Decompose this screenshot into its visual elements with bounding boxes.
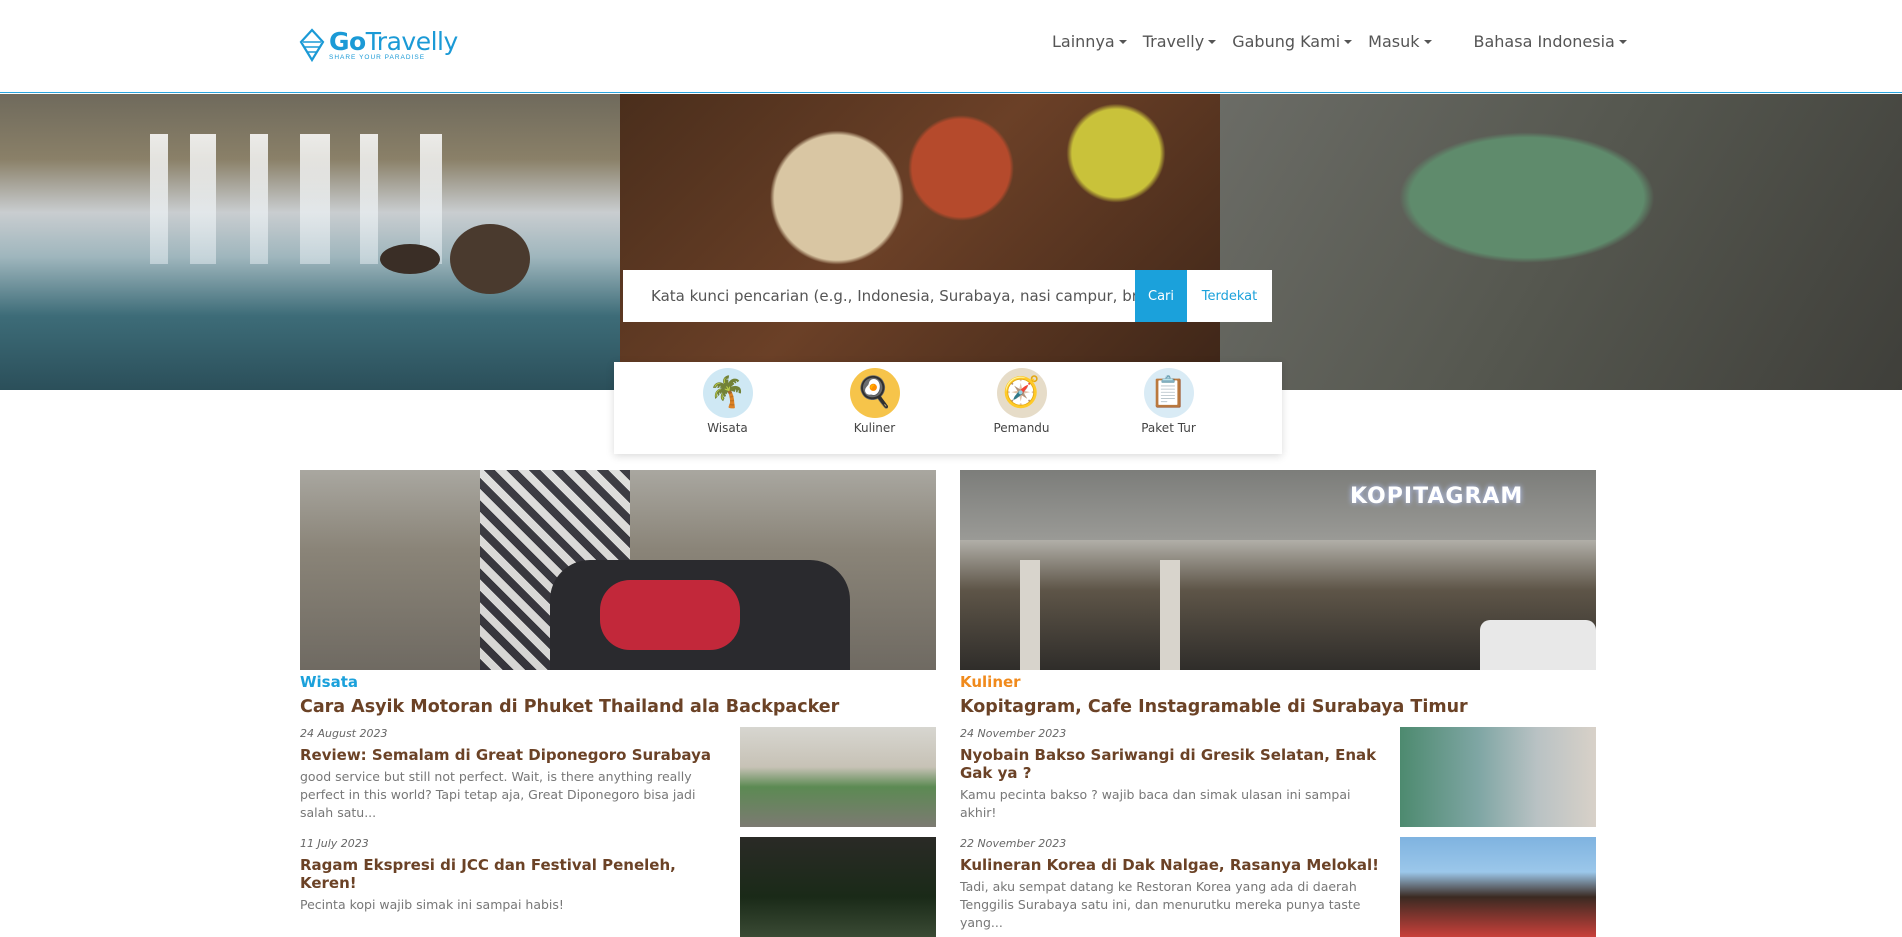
caret-down-icon <box>1344 39 1353 44</box>
compass-icon: 🧭 <box>996 368 1047 418</box>
nav-item-gabung-kami[interactable]: Gabung Kami <box>1232 32 1353 51</box>
search-button[interactable]: Cari <box>1135 270 1187 322</box>
article-title[interactable]: Nyobain Bakso Sariwangi di Gresik Selata… <box>960 746 1380 782</box>
article-thumbnail[interactable] <box>740 837 936 937</box>
category-pemandu[interactable]: 🧭 Pemandu <box>967 362 1077 454</box>
cafe-sign: KOPITAGRAM <box>1350 484 1524 509</box>
nav-item-label: Lainnya <box>1052 32 1115 51</box>
caret-down-icon <box>1423 39 1432 44</box>
caret-down-icon <box>1618 39 1627 44</box>
nav-item-lainnya[interactable]: Lainnya <box>1052 32 1127 51</box>
list-item: 11 July 2023 Ragam Ekspresi di JCC dan F… <box>300 837 936 937</box>
article-date: 24 November 2023 <box>960 727 1067 740</box>
caret-down-icon <box>1208 39 1217 44</box>
food-plate-icon: 🍳 <box>849 368 900 418</box>
article-title[interactable]: Review: Semalam di Great Diponegoro Sura… <box>300 746 720 764</box>
language-selector[interactable]: Bahasa Indonesia <box>1474 32 1627 51</box>
category-wisata[interactable]: 🌴 Wisata <box>673 362 783 454</box>
language-label: Bahasa Indonesia <box>1473 32 1615 51</box>
logo-name-bold: Go <box>329 26 366 56</box>
article-column-kuliner: KOPITAGRAM Kuliner Kopitagram, Cafe Inst… <box>960 470 1596 937</box>
feature-category[interactable]: Kuliner <box>960 673 1596 691</box>
article-title[interactable]: Ragam Ekspresi di JCC dan Festival Penel… <box>300 856 720 892</box>
category-kuliner[interactable]: 🍳 Kuliner <box>820 362 930 454</box>
hero-food-image <box>620 94 1240 390</box>
article-date: 22 November 2023 <box>960 837 1067 850</box>
article-excerpt: Tadi, aku sempat datang ke Restoran Kore… <box>960 879 1361 930</box>
nav-item-label: Masuk <box>1368 32 1420 51</box>
main-nav: Lainnya Travelly Gabung Kami Masuk Bahas… <box>1052 32 1627 51</box>
article-thumbnail[interactable] <box>1400 727 1596 827</box>
feature-article-title[interactable]: Kopitagram, Cafe Instagramable di Suraba… <box>960 697 1596 717</box>
logo-name-rest: Travelly <box>365 26 459 56</box>
article-title[interactable]: Kulineran Korea di Dak Nalgae, Rasanya M… <box>960 856 1380 874</box>
hero-map-image <box>1220 94 1902 390</box>
site-header: GoTravelly SHARE YOUR PARADISE Lainnya T… <box>0 0 1902 93</box>
search-bar: Cari Terdekat <box>623 270 1272 322</box>
logo-tagline: SHARE YOUR PARADISE <box>329 53 426 61</box>
article-date: 11 July 2023 <box>300 837 369 850</box>
checklist-icon: 📋 <box>1143 368 1194 418</box>
hero-banner <box>0 94 1902 390</box>
site-logo[interactable]: GoTravelly SHARE YOUR PARADISE <box>299 28 458 62</box>
article-excerpt: good service but still not perfect. Wait… <box>300 769 696 820</box>
category-label: Pemandu <box>993 421 1050 435</box>
nav-item-label: Travelly <box>1142 32 1205 51</box>
palm-tree-icon: 🌴 <box>702 368 753 418</box>
category-label: Kuliner <box>853 421 896 435</box>
search-input[interactable] <box>623 270 1135 322</box>
article-thumbnail[interactable] <box>1400 837 1596 937</box>
nav-item-masuk[interactable]: Masuk <box>1368 32 1432 51</box>
caret-down-icon <box>1118 39 1127 44</box>
article-thumbnail[interactable] <box>740 727 936 827</box>
article-excerpt: Pecinta kopi wajib simak ini sampai habi… <box>300 897 564 912</box>
article-date: 24 August 2023 <box>300 727 388 740</box>
feature-article-image[interactable] <box>300 470 936 670</box>
list-item: 24 November 2023 Nyobain Bakso Sariwangi… <box>960 727 1596 827</box>
category-label: Wisata <box>707 421 748 435</box>
category-menu: 🌴 Wisata 🍳 Kuliner 🧭 Pemandu 📋 Paket Tur <box>614 362 1282 454</box>
feature-category[interactable]: Wisata <box>300 673 936 691</box>
category-label: Paket Tur <box>1141 421 1196 435</box>
category-paket-tur[interactable]: 📋 Paket Tur <box>1114 362 1224 454</box>
article-excerpt: Kamu pecinta bakso ? wajib baca dan sima… <box>960 787 1351 820</box>
hero-waterfall-image <box>0 94 640 390</box>
nearby-button[interactable]: Terdekat <box>1187 270 1272 322</box>
feature-article-title[interactable]: Cara Asyik Motoran di Phuket Thailand al… <box>300 697 936 717</box>
nav-item-label: Gabung Kami <box>1232 32 1341 51</box>
list-item: 24 August 2023 Review: Semalam di Great … <box>300 727 936 827</box>
article-column-wisata: Wisata Cara Asyik Motoran di Phuket Thai… <box>300 470 936 937</box>
feature-article-image[interactable]: KOPITAGRAM <box>960 470 1596 670</box>
list-item: 22 November 2023 Kulineran Korea di Dak … <box>960 837 1596 937</box>
logo-diamond-icon <box>299 28 325 62</box>
nav-item-travelly[interactable]: Travelly <box>1142 32 1217 51</box>
